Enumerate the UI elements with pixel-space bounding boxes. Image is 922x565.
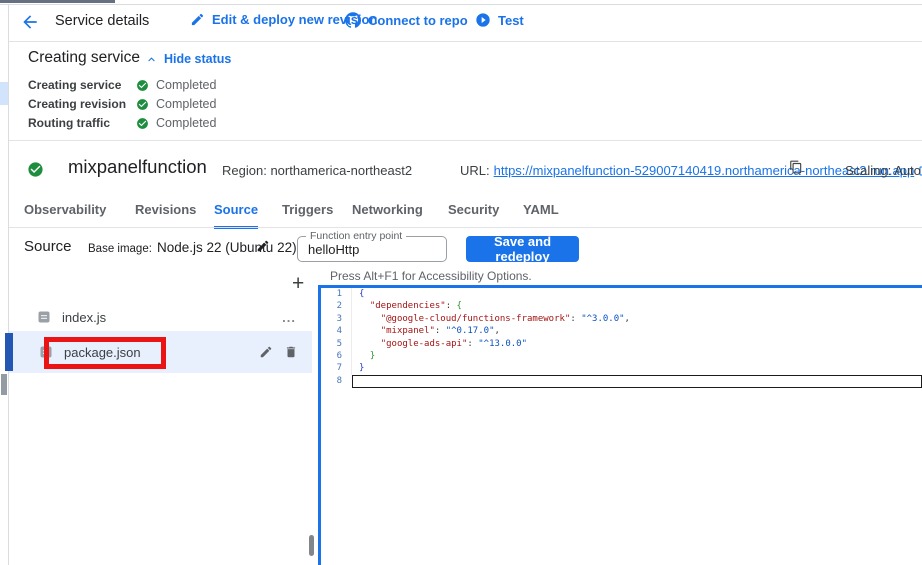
region-value: northamerica-northeast2 xyxy=(270,163,412,178)
code-line: 6 } xyxy=(321,350,922,362)
status-step-value: Completed xyxy=(156,97,216,111)
connect-repo-label: Connect to repo xyxy=(368,13,468,28)
code-line: 8 xyxy=(321,375,922,387)
accessibility-hint: Press Alt+F1 for Accessibility Options. xyxy=(330,269,532,283)
file-name: package.json xyxy=(64,345,141,360)
status-step-value: Completed xyxy=(156,78,216,92)
hide-status-label: Hide status xyxy=(164,52,231,66)
code-line: 2 "dependencies": { xyxy=(321,300,922,312)
status-step-value: Completed xyxy=(156,116,216,130)
back-arrow-icon xyxy=(20,12,40,32)
file-name: index.js xyxy=(62,310,106,325)
trash-icon xyxy=(284,345,298,359)
tab-networking[interactable]: Networking xyxy=(352,202,423,226)
delete-file-button[interactable] xyxy=(284,345,298,359)
play-circle-icon xyxy=(475,12,491,28)
tab-yaml[interactable]: YAML xyxy=(523,202,559,226)
service-details-page: Service details Edit & deploy new revisi… xyxy=(0,0,922,565)
copy-url-button[interactable] xyxy=(789,160,803,179)
file-icon xyxy=(40,346,52,358)
check-circle-icon xyxy=(136,98,149,111)
check-circle-icon xyxy=(136,117,149,130)
line-number: 3 xyxy=(321,313,351,325)
code-line: 7 } xyxy=(321,362,922,374)
status-row: Routing traffic Completed xyxy=(28,115,216,131)
divider xyxy=(9,227,922,228)
source-section-title: Source xyxy=(24,238,72,255)
line-number: 5 xyxy=(321,338,351,350)
tab-observability[interactable]: Observability xyxy=(24,202,106,226)
line-number: 4 xyxy=(321,325,351,337)
service-status-check-icon xyxy=(27,161,44,183)
check-circle-icon xyxy=(136,79,149,92)
base-image-value: Node.js 22 (Ubuntu 22) xyxy=(157,240,297,255)
pencil-icon xyxy=(256,239,270,253)
tab-source[interactable]: Source xyxy=(214,202,258,229)
file-icon xyxy=(38,311,50,323)
line-number: 8 xyxy=(321,375,351,387)
topbar: Service details Edit & deploy new revisi… xyxy=(9,5,922,41)
code-line: 1 { xyxy=(321,288,922,300)
browser-edge-fragment xyxy=(0,0,115,3)
rename-file-button[interactable] xyxy=(259,345,273,359)
test-label: Test xyxy=(498,13,524,28)
file-more-button[interactable]: ... xyxy=(282,310,296,325)
connect-repo-button[interactable]: Connect to repo xyxy=(345,12,468,28)
region-label: Region: xyxy=(222,163,267,178)
file-row-index-js[interactable]: index.js ... xyxy=(9,303,312,331)
rail-highlight-mark xyxy=(0,82,8,105)
status-row: Creating service Completed xyxy=(28,77,216,93)
service-scaling: Scaling: Auto (Min xyxy=(845,163,922,178)
selected-file-accent-bar xyxy=(5,333,13,371)
status-step-label: Creating service xyxy=(28,78,136,92)
pencil-icon xyxy=(259,345,273,359)
tab-security[interactable]: Security xyxy=(448,202,499,226)
entry-point-field: Function entry point xyxy=(297,236,447,262)
service-region: Region: northamerica-northeast2 xyxy=(222,163,412,178)
pencil-icon xyxy=(190,12,205,27)
line-number: 1 xyxy=(321,288,351,300)
tab-revisions[interactable]: Revisions xyxy=(135,202,196,226)
editor-cursor-line-box xyxy=(352,375,922,388)
hide-status-toggle[interactable]: Hide status xyxy=(145,52,231,66)
status-panel-title: Creating service xyxy=(28,49,140,67)
code-line: 4 "mixpanel": "^0.17.0", xyxy=(321,325,922,337)
chevron-up-icon xyxy=(145,53,158,66)
code-editor[interactable]: 1 { 2 "dependencies": { 3 "@google-cloud… xyxy=(318,285,922,565)
line-number: 6 xyxy=(321,350,351,362)
code-line: 3 "@google-cloud/functions-framework": "… xyxy=(321,313,922,325)
github-icon xyxy=(345,12,361,28)
file-panel-scrollbar-thumb[interactable] xyxy=(309,535,314,556)
tab-triggers[interactable]: Triggers xyxy=(282,202,333,226)
status-step-label: Routing traffic xyxy=(28,116,136,130)
line-number: 2 xyxy=(321,300,351,312)
entry-point-input[interactable] xyxy=(299,238,445,260)
copy-icon xyxy=(789,160,803,174)
rail-scroll-mark xyxy=(1,374,7,395)
page-title: Service details xyxy=(55,13,149,29)
url-label: URL: xyxy=(460,163,490,178)
save-and-redeploy-button[interactable]: Save and redeploy xyxy=(466,236,579,262)
test-button[interactable]: Test xyxy=(475,12,524,28)
back-button[interactable] xyxy=(20,12,42,34)
code-line: 5 "google-ads-api": "^13.0.0" xyxy=(321,338,922,350)
base-image-label: Base image: xyxy=(88,243,152,255)
status-row: Creating revision Completed xyxy=(28,96,216,112)
file-row-package-json[interactable]: package.json xyxy=(9,331,312,373)
edit-base-image-button[interactable] xyxy=(256,239,270,258)
line-number: 7 xyxy=(321,362,351,374)
divider xyxy=(9,41,922,42)
add-file-button[interactable]: + xyxy=(292,274,304,294)
status-step-label: Creating revision xyxy=(28,97,136,111)
divider xyxy=(9,140,922,141)
service-name: mixpanelfunction xyxy=(68,156,207,178)
